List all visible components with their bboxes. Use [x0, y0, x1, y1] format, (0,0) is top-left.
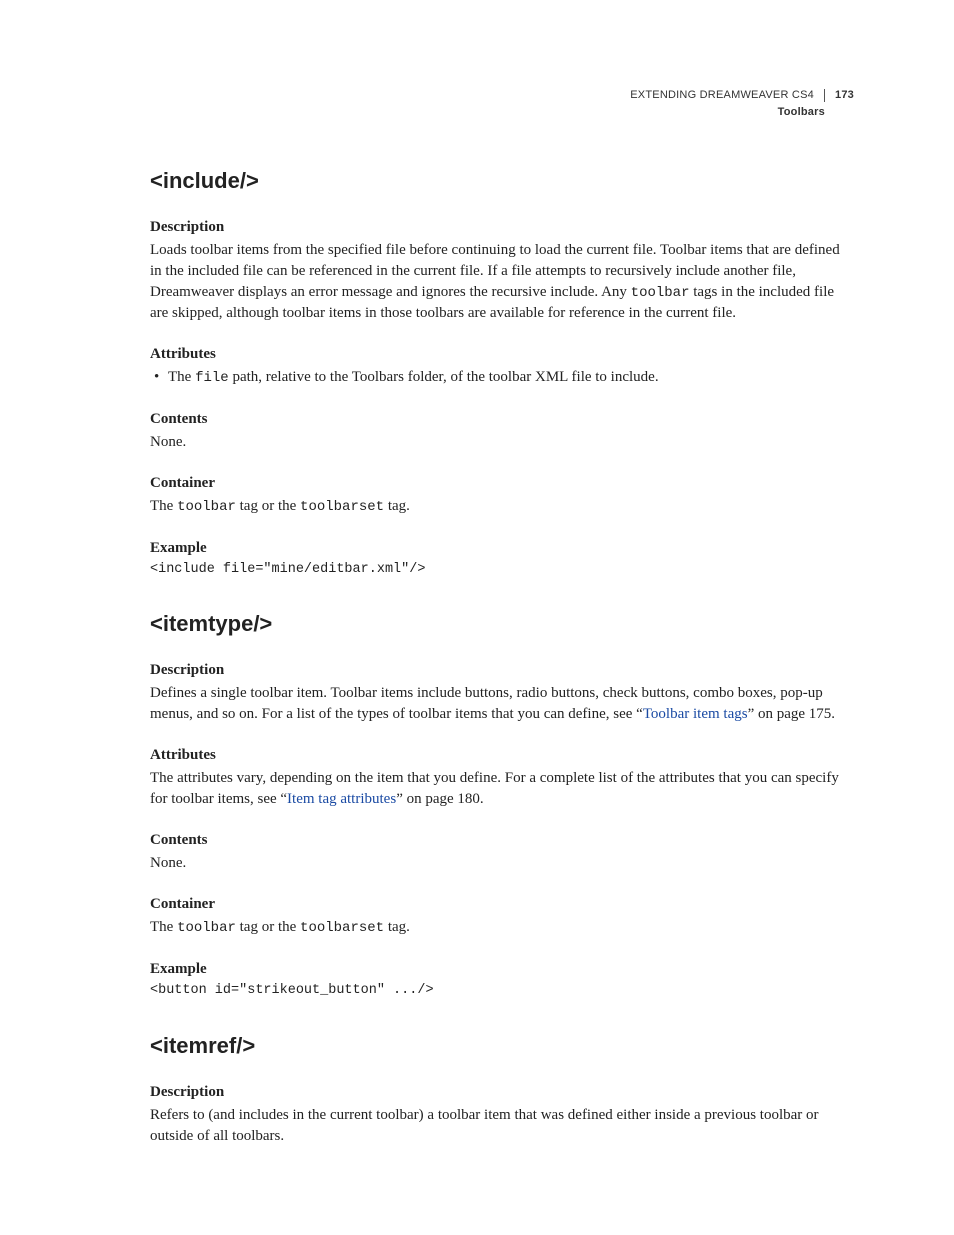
attribute-item: The file path, relative to the Toolbars …: [150, 367, 854, 389]
subhead-description: Description: [150, 660, 854, 681]
inline-code-file: file: [195, 370, 229, 386]
description-text: Refers to (and includes in the current t…: [150, 1105, 854, 1147]
subhead-description: Description: [150, 217, 854, 238]
heading-include: <include/>: [150, 166, 854, 197]
xref-toolbar-item-tags[interactable]: Toolbar item tags: [643, 706, 748, 722]
header-divider: [824, 89, 825, 102]
inline-code-toolbar-tag: toolbar: [177, 499, 236, 515]
subhead-attributes: Attributes: [150, 344, 854, 365]
page-number: 173: [835, 88, 854, 103]
description-text: Defines a single toolbar item. Toolbar i…: [150, 683, 854, 725]
contents-text: None.: [150, 432, 854, 453]
container-text: The toolbar tag or the toolbarset tag.: [150, 917, 854, 939]
subhead-attributes: Attributes: [150, 745, 854, 766]
attributes-text: The attributes vary, depending on the it…: [150, 768, 854, 810]
running-header: EXTENDING DREAMWEAVER CS4 173 Toolbars: [630, 88, 854, 121]
example-code: <include file="mine/editbar.xml"/>: [150, 561, 854, 580]
inline-code-toolbarset-tag: toolbarset: [300, 920, 384, 936]
subhead-contents: Contents: [150, 830, 854, 851]
header-section: Toolbars: [630, 105, 854, 120]
heading-itemref: <itemref/>: [150, 1031, 854, 1062]
book-title: EXTENDING DREAMWEAVER CS4: [630, 88, 814, 103]
subhead-example: Example: [150, 959, 854, 980]
subhead-container: Container: [150, 473, 854, 494]
example-code: <button id="strikeout_button" .../>: [150, 982, 854, 1001]
attributes-list: The file path, relative to the Toolbars …: [150, 367, 854, 389]
content-body: <include/> Description Loads toolbar ite…: [150, 166, 854, 1147]
inline-code-toolbar: toolbar: [631, 285, 690, 301]
subhead-example: Example: [150, 538, 854, 559]
contents-text: None.: [150, 853, 854, 874]
page-container: EXTENDING DREAMWEAVER CS4 173 Toolbars <…: [0, 0, 954, 1235]
description-text: Loads toolbar items from the specified f…: [150, 240, 854, 325]
subhead-container: Container: [150, 894, 854, 915]
subhead-description: Description: [150, 1082, 854, 1103]
container-text: The toolbar tag or the toolbarset tag.: [150, 496, 854, 518]
heading-itemtype: <itemtype/>: [150, 609, 854, 640]
inline-code-toolbarset-tag: toolbarset: [300, 499, 384, 515]
inline-code-toolbar-tag: toolbar: [177, 920, 236, 936]
subhead-contents: Contents: [150, 409, 854, 430]
xref-item-tag-attributes[interactable]: Item tag attributes: [287, 791, 396, 807]
